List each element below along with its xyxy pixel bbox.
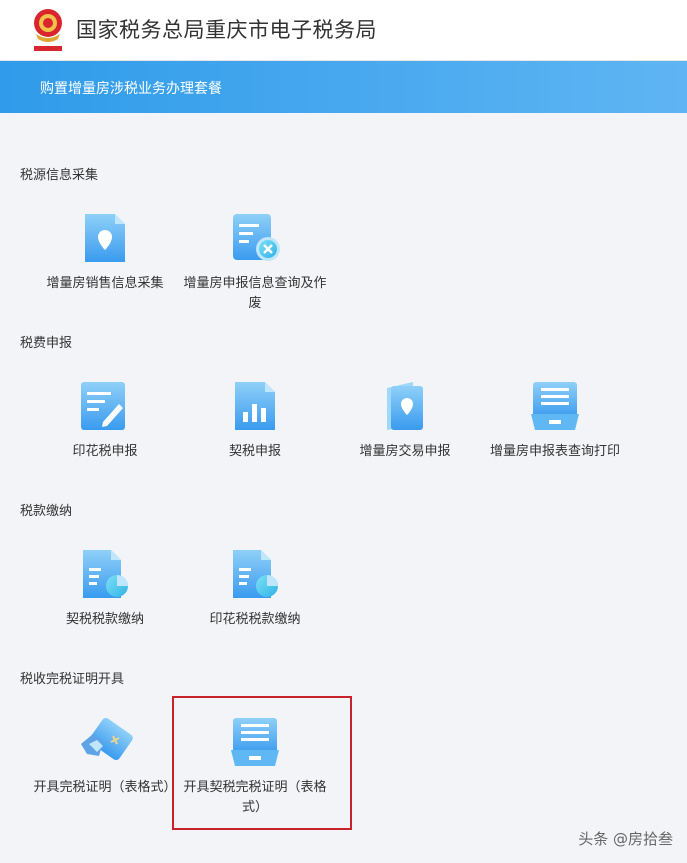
tile-label: 增量房申报信息查询及作废: [183, 276, 327, 311]
location-book-icon: [387, 382, 423, 430]
edit-document-icon: [81, 382, 125, 430]
tile-label: 开具完税证明（表格式）: [33, 780, 177, 795]
document-cancel-icon: [233, 214, 280, 261]
section-title-tax-declaration: 税费申报: [20, 336, 73, 351]
tile-declaration-query-cancel[interactable]: 增量房申报信息查询及作废: [180, 210, 330, 314]
tile-deed-tax-payment[interactable]: 契税税款缴纳: [30, 546, 180, 630]
highlight-box: [172, 696, 352, 830]
section-title-tax-certificate: 税收完税证明开具: [20, 672, 125, 687]
location-document-icon: [85, 214, 125, 262]
tile-label: 增量房销售信息采集: [46, 276, 164, 291]
tile-declaration-form-print[interactable]: 增量房申报表查询打印: [480, 378, 630, 462]
section-title-tax-payment: 税款缴纳: [20, 504, 73, 519]
tile-property-transaction-declaration[interactable]: 增量房交易申报: [330, 378, 480, 462]
section-title-tax-source: 税源信息采集: [20, 168, 99, 183]
tile-label: 增量房申报表查询打印: [489, 444, 620, 459]
tile-label: 印花税申报: [72, 444, 138, 459]
tile-label: 契税税款缴纳: [65, 612, 144, 627]
tile-label: 契税申报: [228, 444, 281, 459]
tile-stamp-tax-declaration[interactable]: 印花税申报: [30, 378, 180, 462]
watermark: 头条 @房拾叁: [578, 830, 673, 848]
pie-document-icon: [83, 550, 128, 598]
printer-tray-icon: [531, 382, 579, 430]
tile-sales-info-collection[interactable]: 增量房销售信息采集: [30, 210, 180, 294]
chart-document-icon: [235, 382, 275, 430]
package-title: 购置增量房涉税业务办理套餐: [40, 81, 222, 97]
top-header: 国家税务总局重庆市电子税务局: [0, 0, 687, 61]
tile-stamp-tax-payment[interactable]: 印花税税款缴纳: [180, 546, 330, 630]
tile-label: 增量房交易申报: [359, 444, 451, 459]
package-banner: 购置增量房涉税业务办理套餐: [0, 61, 687, 113]
handshake-ticket-icon: [81, 717, 133, 761]
site-title: 国家税务总局重庆市电子税务局: [76, 18, 377, 42]
tile-label: 印花税税款缴纳: [209, 612, 301, 627]
tile-issue-tax-certificate[interactable]: 开具完税证明（表格式）: [30, 714, 180, 798]
national-tax-emblem-icon: [34, 9, 62, 51]
tile-deed-tax-declaration[interactable]: 契税申报: [180, 378, 330, 462]
pie-document-icon: [233, 550, 278, 598]
